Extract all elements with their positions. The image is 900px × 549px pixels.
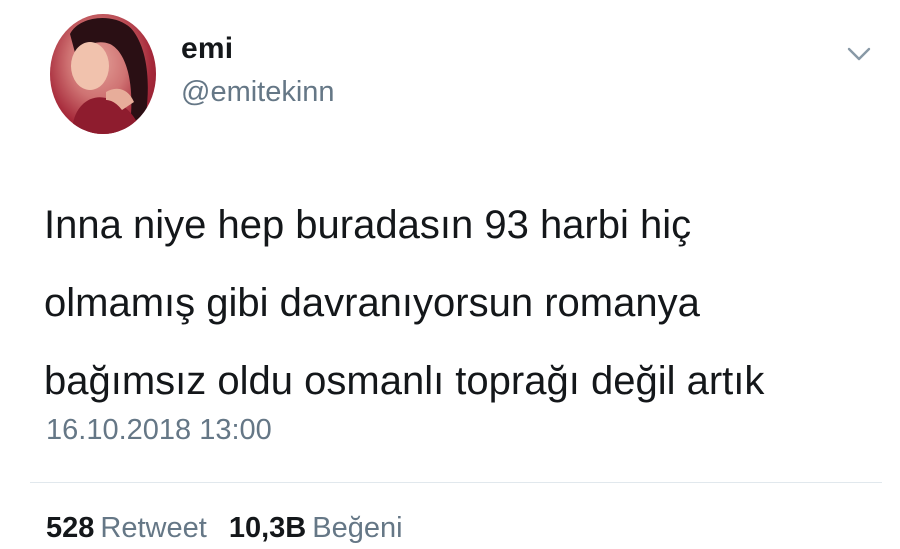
- divider: [30, 482, 882, 483]
- like-count: 10,3B: [228, 512, 307, 544]
- avatar[interactable]: [50, 14, 156, 134]
- tweet-timestamp[interactable]: 16.10.2018 13:00: [46, 414, 272, 447]
- like-stat[interactable]: 10,3B Beğeni: [229, 512, 403, 544]
- tweet-card: emi @emitekinn Inna niye hep buradasın 9…: [0, 0, 900, 549]
- tweet-stats: 528 Retweet 10,3B Beğeni: [46, 512, 417, 545]
- like-label: Beğeni: [312, 512, 403, 544]
- user-handle[interactable]: @emitekinn: [181, 76, 335, 109]
- retweet-stat[interactable]: 528 Retweet: [46, 512, 215, 544]
- retweet-label: Retweet: [100, 512, 207, 544]
- display-name[interactable]: emi: [181, 32, 233, 66]
- profile-photo: [50, 14, 156, 134]
- chevron-down-icon[interactable]: [846, 44, 872, 64]
- tweet-text: Inna niye hep buradasın 93 harbi hiç olm…: [44, 203, 765, 403]
- retweet-count: 528: [46, 512, 95, 544]
